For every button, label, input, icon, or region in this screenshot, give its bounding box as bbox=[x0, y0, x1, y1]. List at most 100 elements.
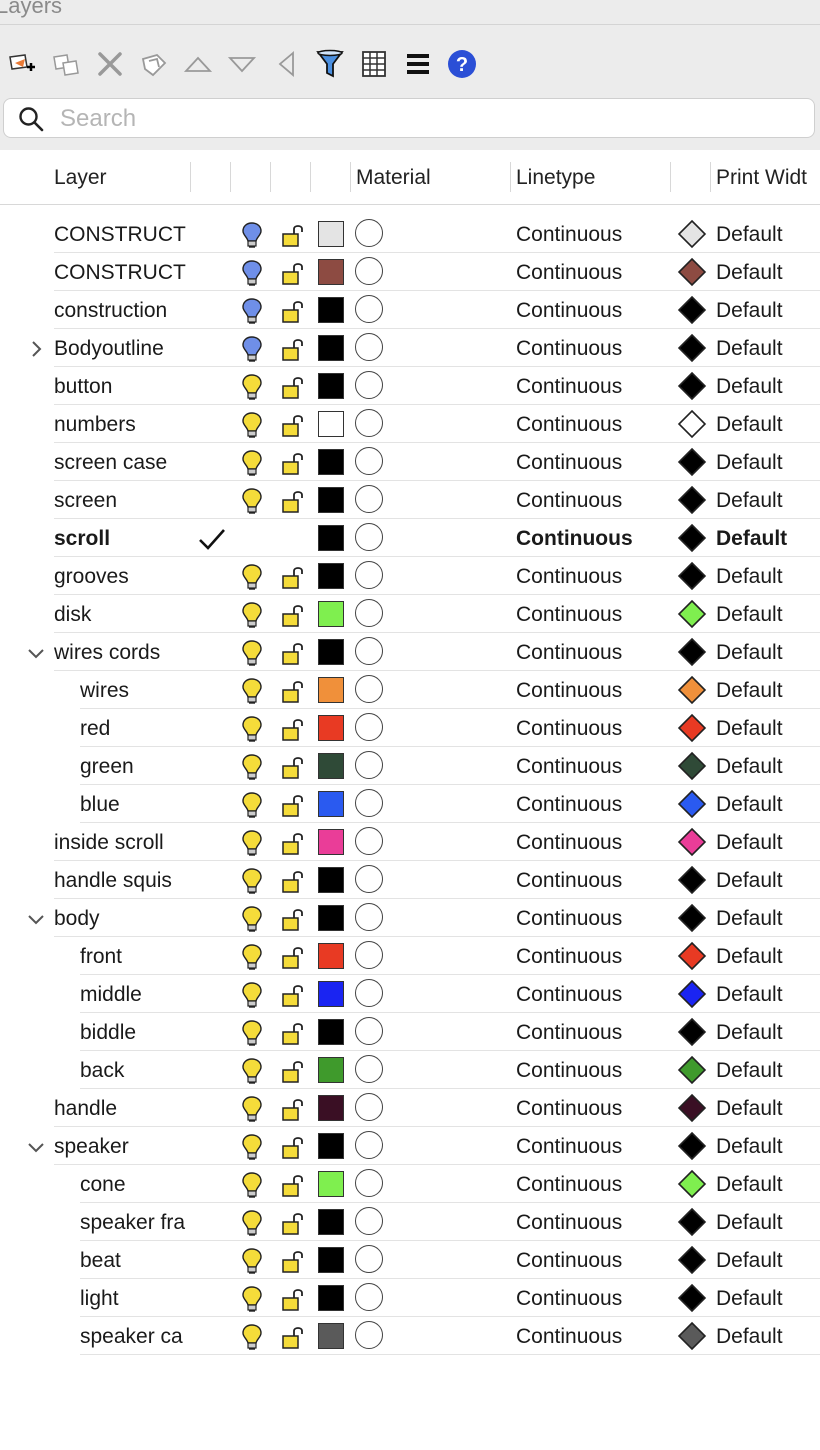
lightbulb-icon[interactable] bbox=[241, 563, 263, 591]
print-color-diamond-icon[interactable] bbox=[677, 409, 707, 439]
print-width-value[interactable]: Default bbox=[716, 1287, 783, 1311]
lightbulb-icon[interactable] bbox=[241, 1323, 263, 1351]
lightbulb-icon[interactable] bbox=[241, 715, 263, 743]
unlock-icon[interactable] bbox=[280, 716, 306, 742]
layer-name[interactable]: middle bbox=[80, 983, 190, 1007]
layer-color-swatch[interactable] bbox=[318, 943, 344, 969]
print-width-value[interactable]: Default bbox=[716, 679, 783, 703]
material-circle-icon[interactable] bbox=[355, 675, 383, 703]
layer-row[interactable]: screen case Continuous Default bbox=[0, 443, 820, 481]
layer-name[interactable]: button bbox=[54, 375, 190, 399]
help-button[interactable]: ? bbox=[444, 46, 480, 82]
material-circle-icon[interactable] bbox=[355, 979, 383, 1007]
layer-row[interactable]: inside scroll Continuous Default bbox=[0, 823, 820, 861]
print-width-value[interactable]: Default bbox=[716, 1173, 783, 1197]
column-print-width[interactable]: Print Widt bbox=[716, 166, 807, 190]
unlock-icon[interactable] bbox=[280, 754, 306, 780]
print-color-diamond-icon[interactable] bbox=[677, 219, 707, 249]
material-circle-icon[interactable] bbox=[355, 941, 383, 969]
material-circle-icon[interactable] bbox=[355, 789, 383, 817]
layer-name[interactable]: speaker fra bbox=[80, 1211, 190, 1235]
layer-color-swatch[interactable] bbox=[318, 677, 344, 703]
layer-name[interactable]: Bodyoutline bbox=[54, 337, 190, 361]
unlock-icon[interactable] bbox=[280, 1324, 306, 1350]
unlock-icon[interactable] bbox=[280, 1248, 306, 1274]
linetype-value[interactable]: Continuous bbox=[516, 869, 622, 893]
linetype-value[interactable]: Continuous bbox=[516, 793, 622, 817]
print-color-diamond-icon[interactable] bbox=[677, 447, 707, 477]
material-circle-icon[interactable] bbox=[355, 371, 383, 399]
material-circle-icon[interactable] bbox=[355, 447, 383, 475]
material-circle-icon[interactable] bbox=[355, 1283, 383, 1311]
unlock-icon[interactable] bbox=[280, 944, 306, 970]
linetype-value[interactable]: Continuous bbox=[516, 1325, 622, 1349]
linetype-value[interactable]: Continuous bbox=[516, 527, 633, 551]
layer-color-swatch[interactable] bbox=[318, 753, 344, 779]
print-color-diamond-icon[interactable] bbox=[677, 1055, 707, 1085]
lightbulb-icon[interactable] bbox=[241, 791, 263, 819]
layer-color-swatch[interactable] bbox=[318, 639, 344, 665]
print-color-diamond-icon[interactable] bbox=[677, 295, 707, 325]
chevron-right-icon[interactable] bbox=[26, 339, 46, 359]
print-color-diamond-icon[interactable] bbox=[677, 675, 707, 705]
unlock-icon[interactable] bbox=[280, 602, 306, 628]
layer-name[interactable]: body bbox=[54, 907, 190, 931]
linetype-value[interactable]: Continuous bbox=[516, 983, 622, 1007]
layer-name[interactable]: blue bbox=[80, 793, 190, 817]
print-width-value[interactable]: Default bbox=[716, 299, 783, 323]
print-width-value[interactable]: Default bbox=[716, 451, 783, 475]
lightbulb-icon[interactable] bbox=[241, 487, 263, 515]
layer-row[interactable]: screen Continuous Default bbox=[0, 481, 820, 519]
linetype-value[interactable]: Continuous bbox=[516, 717, 622, 741]
material-circle-icon[interactable] bbox=[355, 1245, 383, 1273]
lightbulb-icon[interactable] bbox=[241, 639, 263, 667]
layer-color-swatch[interactable] bbox=[318, 1323, 344, 1349]
print-color-diamond-icon[interactable] bbox=[677, 1131, 707, 1161]
print-color-diamond-icon[interactable] bbox=[677, 485, 707, 515]
unlock-icon[interactable] bbox=[280, 336, 306, 362]
unlock-icon[interactable] bbox=[280, 1134, 306, 1160]
unlock-icon[interactable] bbox=[280, 488, 306, 514]
layer-name[interactable]: handle bbox=[54, 1097, 190, 1121]
print-color-diamond-icon[interactable] bbox=[677, 941, 707, 971]
layer-row[interactable]: disk Continuous Default bbox=[0, 595, 820, 633]
move-down-button[interactable] bbox=[224, 46, 260, 82]
layer-name[interactable]: speaker ca bbox=[80, 1325, 190, 1349]
print-width-value[interactable]: Default bbox=[716, 603, 783, 627]
unlock-icon[interactable] bbox=[280, 298, 306, 324]
linetype-value[interactable]: Continuous bbox=[516, 1287, 622, 1311]
layer-row[interactable]: handle Continuous Default bbox=[0, 1089, 820, 1127]
print-color-diamond-icon[interactable] bbox=[677, 637, 707, 667]
layer-row[interactable]: red Continuous Default bbox=[0, 709, 820, 747]
print-color-diamond-icon[interactable] bbox=[677, 827, 707, 857]
material-circle-icon[interactable] bbox=[355, 865, 383, 893]
column-layer[interactable]: Layer bbox=[54, 166, 107, 190]
lightbulb-icon[interactable] bbox=[241, 981, 263, 1009]
layer-color-swatch[interactable] bbox=[318, 867, 344, 893]
material-circle-icon[interactable] bbox=[355, 485, 383, 513]
column-material[interactable]: Material bbox=[356, 166, 431, 190]
print-color-diamond-icon[interactable] bbox=[677, 523, 707, 553]
unlock-icon[interactable] bbox=[280, 792, 306, 818]
print-width-value[interactable]: Default bbox=[716, 717, 783, 741]
layer-color-swatch[interactable] bbox=[318, 525, 344, 551]
layer-row[interactable]: handle squis Continuous Default bbox=[0, 861, 820, 899]
material-circle-icon[interactable] bbox=[355, 637, 383, 665]
column-linetype[interactable]: Linetype bbox=[516, 166, 595, 190]
layer-color-swatch[interactable] bbox=[318, 221, 344, 247]
layer-name[interactable]: construction bbox=[54, 299, 190, 323]
layer-color-swatch[interactable] bbox=[318, 259, 344, 285]
unlock-icon[interactable] bbox=[280, 1172, 306, 1198]
material-circle-icon[interactable] bbox=[355, 827, 383, 855]
linetype-value[interactable]: Continuous bbox=[516, 299, 622, 323]
linetype-value[interactable]: Continuous bbox=[516, 337, 622, 361]
chevron-down-icon[interactable] bbox=[26, 643, 46, 663]
layer-color-swatch[interactable] bbox=[318, 1247, 344, 1273]
linetype-value[interactable]: Continuous bbox=[516, 907, 622, 931]
current-layer-check-icon[interactable] bbox=[196, 525, 228, 553]
material-circle-icon[interactable] bbox=[355, 903, 383, 931]
print-width-value[interactable]: Default bbox=[716, 1021, 783, 1045]
print-width-value[interactable]: Default bbox=[716, 527, 787, 551]
layer-row[interactable]: middle Continuous Default bbox=[0, 975, 820, 1013]
linetype-value[interactable]: Continuous bbox=[516, 1211, 622, 1235]
